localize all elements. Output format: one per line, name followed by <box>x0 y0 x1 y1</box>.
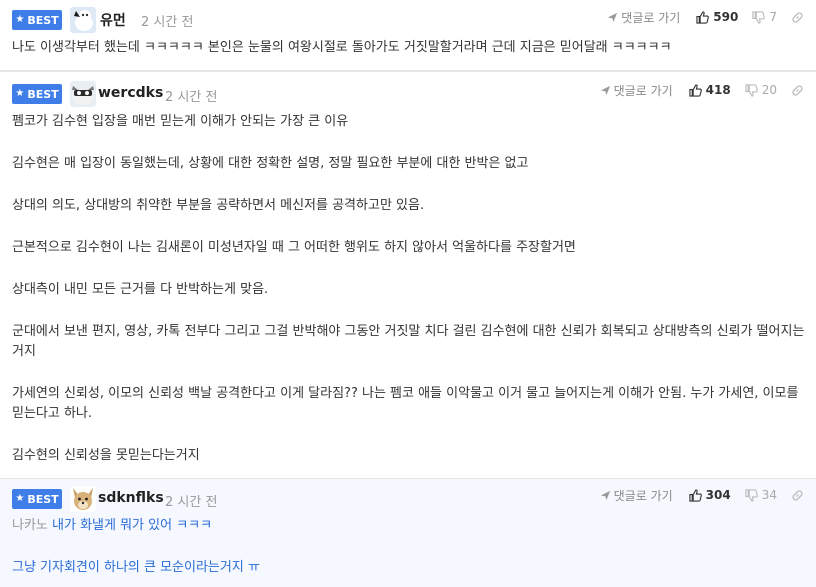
comment-actions: 댓글로 가기 304 34 <box>600 486 804 504</box>
thumbs-up-icon <box>689 488 702 502</box>
best-badge: ★ BEST <box>12 84 62 104</box>
thumbs-down-icon <box>752 10 766 24</box>
star-icon: ★ <box>15 88 25 99</box>
downvote-button[interactable]: 20 <box>745 83 777 97</box>
author-name[interactable]: 유먼 <box>100 10 126 30</box>
star-icon: ★ <box>15 14 25 25</box>
comment-actions: 댓글로 가기 418 20 <box>600 81 804 99</box>
upvote-count: 590 <box>713 10 739 24</box>
reply-arrow-icon <box>600 490 611 501</box>
downvote-count: 7 <box>769 10 777 24</box>
comment-time: 2 시간 전 <box>165 90 218 105</box>
link-icon[interactable] <box>791 84 804 97</box>
comment-body: 나카노 내가 화낼게 뭐가 있어 ㅋㅋㅋ 그냥 기자회견이 하나의 큰 모순이라… <box>12 518 260 575</box>
comment-3: ★ BEST sdknflks 2 시간 전 댓글로 가기 304 34 나카노… <box>0 479 816 587</box>
downvote-button[interactable]: 34 <box>745 488 777 502</box>
best-badge: ★ BEST <box>12 489 62 509</box>
author-name[interactable]: wercdks <box>98 85 163 101</box>
thumbs-up-icon <box>696 10 710 24</box>
comment-actions: 댓글로 가기 590 7 <box>607 8 804 26</box>
upvote-button[interactable]: 418 <box>689 83 731 97</box>
reply-button[interactable]: 댓글로 가기 <box>600 487 673 504</box>
comment-body: 펨코가 김수현 입장을 매번 믿는게 이해가 안되는 가장 큰 이유 김수현은 … <box>12 114 805 463</box>
author-name[interactable]: sdknflks <box>98 490 164 506</box>
downvote-count: 20 <box>761 83 777 97</box>
thumbs-up-icon <box>689 83 702 97</box>
upvote-button[interactable]: 304 <box>689 488 731 502</box>
link-icon[interactable] <box>791 489 804 502</box>
comment-1: ★ BEST 유먼 2 시간 전 댓글로 가기 590 7 나도 이생각부터 했… <box>0 0 816 71</box>
upvote-button[interactable]: 590 <box>696 10 738 24</box>
thumbs-down-icon <box>745 488 758 502</box>
star-icon: ★ <box>15 493 25 504</box>
avatar[interactable] <box>70 81 96 107</box>
comment-2: ★ BEST wercdks 2 시간 전 댓글로 가기 418 20 펨코가 … <box>0 71 816 479</box>
comment-time: 2 시간 전 <box>165 495 218 510</box>
reply-button[interactable]: 댓글로 가기 <box>607 9 680 26</box>
upvote-count: 304 <box>705 488 731 502</box>
comment-time: 2 시간 전 <box>141 15 194 30</box>
reply-to-user[interactable]: 나카노 <box>12 518 48 533</box>
downvote-count: 34 <box>761 488 777 502</box>
reply-arrow-icon <box>607 12 618 23</box>
upvote-count: 418 <box>705 83 731 97</box>
reply-button[interactable]: 댓글로 가기 <box>600 82 673 99</box>
thumbs-down-icon <box>745 83 758 97</box>
avatar[interactable] <box>70 7 96 33</box>
avatar[interactable] <box>70 486 96 512</box>
best-badge: ★ BEST <box>12 10 62 30</box>
comment-body: 나도 이생각부터 했는데 ㅋㅋㅋㅋㅋ 본인은 눈물의 여왕시절로 돌아가도 거짓… <box>12 40 672 55</box>
downvote-button[interactable]: 7 <box>752 10 777 24</box>
link-icon[interactable] <box>791 11 804 24</box>
reply-arrow-icon <box>600 85 611 96</box>
